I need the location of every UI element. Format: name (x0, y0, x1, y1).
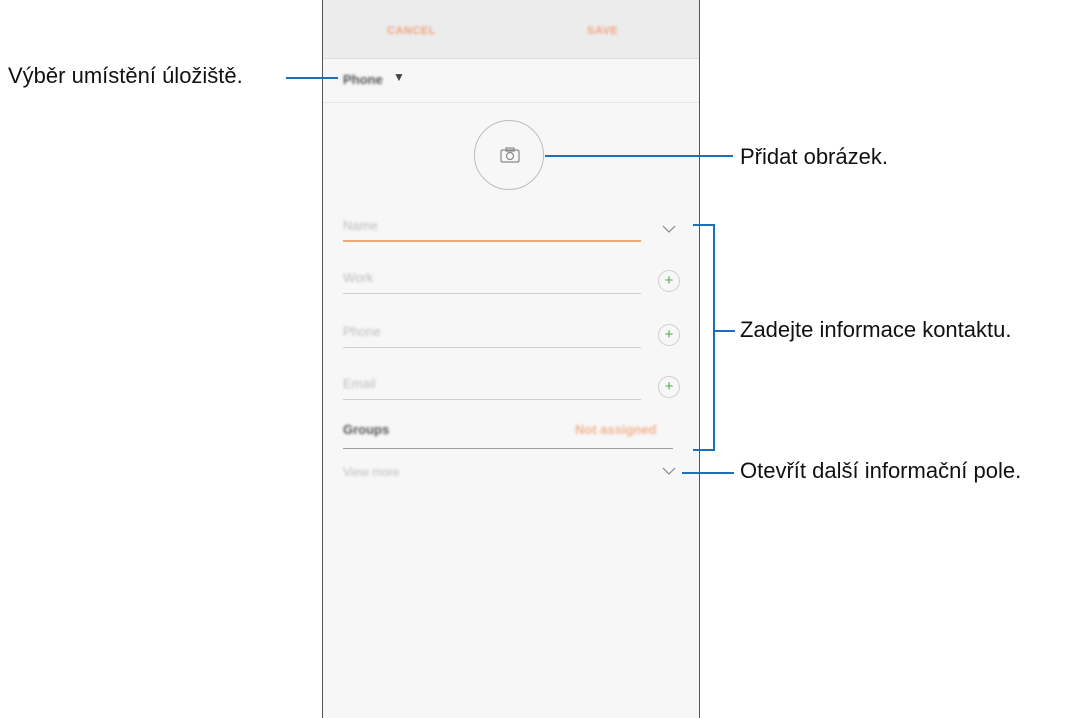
storage-location-label: Phone (343, 72, 383, 87)
top-action-bar: CANCEL SAVE (323, 0, 699, 59)
email-field[interactable]: Email (343, 370, 641, 400)
contact-editor-screen: CANCEL SAVE Phone ▼ Name Work + Phone + … (322, 0, 700, 718)
add-work-plus-icon[interactable]: + (658, 270, 680, 292)
callout-more-fields-line (682, 472, 734, 474)
email-field-underline (343, 399, 641, 400)
view-more-button[interactable]: View more (343, 465, 399, 479)
cancel-button[interactable]: CANCEL (387, 0, 436, 58)
phone-field[interactable]: Phone (343, 318, 641, 348)
phone-field-placeholder: Phone (343, 324, 381, 339)
storage-location-selector[interactable]: Phone ▼ (323, 58, 699, 103)
name-field[interactable]: Name (343, 212, 641, 242)
view-more-chevron-down-icon[interactable] (658, 461, 680, 483)
callout-contact-bracket-side (713, 224, 715, 451)
callout-contact-info: Zadejte informace kontaktu. (740, 317, 1012, 342)
expand-name-chevron-down-icon[interactable] (658, 219, 680, 241)
callout-storage-line (286, 77, 338, 79)
callout-contact-line (713, 330, 735, 332)
callout-photo: Přidat obrázek. (740, 144, 888, 169)
callout-storage: Výběr umístění úložiště. (8, 63, 243, 88)
caret-down-icon: ▼ (393, 70, 405, 84)
add-phone-plus-icon[interactable]: + (658, 324, 680, 346)
name-field-underline (343, 240, 641, 242)
callout-contact-bracket-top (693, 224, 715, 226)
callout-more-fields: Otevřít další informační pole. (740, 458, 1022, 483)
work-field[interactable]: Work (343, 264, 641, 294)
callout-photo-line (545, 155, 733, 157)
groups-divider (343, 448, 673, 449)
work-field-placeholder: Work (343, 270, 374, 285)
camera-icon (500, 147, 520, 163)
groups-value[interactable]: Not assigned (575, 422, 657, 437)
name-field-placeholder: Name (343, 218, 378, 233)
groups-label: Groups (343, 422, 390, 437)
save-button[interactable]: SAVE (587, 0, 618, 58)
email-field-placeholder: Email (343, 376, 376, 391)
work-field-underline (343, 293, 641, 294)
add-photo-button[interactable] (474, 120, 544, 190)
add-email-plus-icon[interactable]: + (658, 376, 680, 398)
phone-field-underline (343, 347, 641, 348)
callout-contact-bracket-bottom (693, 449, 715, 451)
